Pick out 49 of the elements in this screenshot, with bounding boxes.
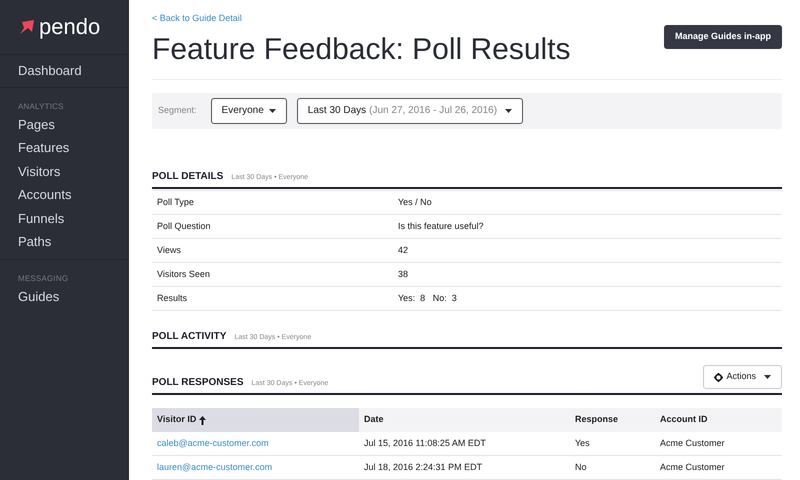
table-cell-text: Is this feature useful?: [398, 220, 484, 233]
table-cell-text: Yes: [574, 436, 591, 450]
nav-item[interactable]: Features: [0, 136, 129, 160]
nav-item[interactable]: Accounts: [0, 183, 129, 206]
date-range-dropdown[interactable]: Last 30 Days (Jun 27, 2016 - Jul 26, 2016): [296, 98, 524, 124]
table-cell-text: Jul 18, 2016 2:24:31 PM EDT: [363, 460, 484, 474]
manage-guides-button[interactable]: Manage Guides in-app: [664, 25, 782, 49]
nav-item[interactable]: Dashboard: [0, 59, 129, 82]
logo-icon: [19, 19, 35, 35]
page-title: Feature Feedback: Poll Results: [152, 34, 571, 64]
table-cell-text: Acme Customer: [659, 436, 726, 450]
table-cell-text: Yes: 8 No: 3: [398, 292, 457, 305]
segment-label: Segment:: [158, 104, 197, 118]
section-heading: POLL RESPONSES: [152, 376, 244, 390]
table-cell-text: No: [574, 460, 588, 474]
column-header[interactable]: Account ID: [655, 408, 782, 432]
nav-item[interactable]: Pages: [0, 112, 129, 136]
settings-icon: [714, 372, 724, 382]
caret-icon: [268, 108, 276, 113]
nav-item[interactable]: Funnels: [0, 206, 129, 230]
column-header[interactable]: Response: [570, 408, 655, 432]
visitor-link[interactable]: lauren@acme-customer.com: [152, 460, 359, 474]
back-link[interactable]: < Back to Guide Detail: [152, 12, 571, 26]
table-cell-text: 42: [398, 244, 408, 257]
caret-icon: [764, 375, 771, 380]
column-header[interactable]: Visitor ID: [152, 408, 359, 432]
sort-arrow-icon: [199, 416, 206, 425]
table-cell-text: Poll Question: [156, 220, 212, 233]
nav-item[interactable]: Guides: [0, 284, 129, 308]
table-cell-text: Poll Type: [156, 196, 195, 209]
actions-button[interactable]: Actions: [703, 365, 782, 390]
table-cell-text: Acme Customer: [659, 460, 726, 474]
table-cell-text: Yes / No: [398, 196, 432, 209]
nav-heading: MESSAGING: [17, 272, 70, 284]
table-cell-text: 38: [398, 268, 408, 281]
table-cell-text: Visitors Seen: [156, 268, 211, 281]
column-header[interactable]: Date: [359, 408, 570, 432]
nav-heading: ANALYTICS: [17, 100, 65, 112]
table-cell-text: Results: [156, 292, 188, 305]
visitor-link[interactable]: caleb@acme-customer.com: [152, 436, 359, 450]
caret-icon: [505, 108, 512, 113]
section-heading: POLL DETAILS: [152, 170, 224, 184]
logo-text: pendo: [39, 16, 100, 38]
table-cell-text: Views: [156, 244, 182, 257]
segment-dropdown[interactable]: Everyone: [210, 98, 287, 124]
nav-item[interactable]: Paths: [0, 230, 129, 254]
nav-item[interactable]: Visitors: [0, 160, 129, 183]
section-heading: POLL ACTIVITY: [152, 330, 226, 344]
table-cell-text: Jul 15, 2016 11:08:25 AM EDT: [363, 436, 487, 450]
